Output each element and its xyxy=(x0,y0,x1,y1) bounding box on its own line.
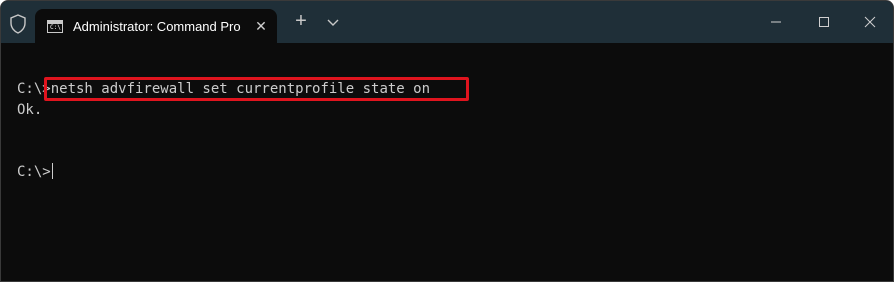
prompt-2: C:\> xyxy=(17,164,51,180)
terminal-window: C:\ Administrator: Command Prompt ✕ + C:… xyxy=(0,0,894,282)
title-bar[interactable]: C:\ Administrator: Command Prompt ✕ + xyxy=(1,1,893,43)
minimize-icon xyxy=(771,21,781,23)
cmd-icon: C:\ xyxy=(47,19,63,33)
minimize-button[interactable] xyxy=(753,1,799,43)
close-icon[interactable]: ✕ xyxy=(253,18,269,34)
close-window-icon xyxy=(864,16,876,28)
prompt-line: C:\> xyxy=(17,163,53,181)
maximize-button[interactable] xyxy=(801,1,847,43)
text-cursor xyxy=(51,163,53,179)
chevron-down-icon[interactable] xyxy=(325,14,341,30)
plus-icon[interactable]: + xyxy=(291,11,311,31)
tab-command-prompt[interactable]: C:\ Administrator: Command Prompt ✕ xyxy=(35,9,277,43)
tab-title: Administrator: Command Prompt xyxy=(73,18,241,34)
terminal-output[interactable]: C:\>netsh advfirewall set currentprofile… xyxy=(1,43,893,281)
close-window-button[interactable] xyxy=(847,1,893,43)
command-highlight xyxy=(44,77,469,101)
maximize-icon xyxy=(819,17,829,27)
output-line: Ok. xyxy=(17,102,43,118)
shield-icon xyxy=(10,14,26,34)
